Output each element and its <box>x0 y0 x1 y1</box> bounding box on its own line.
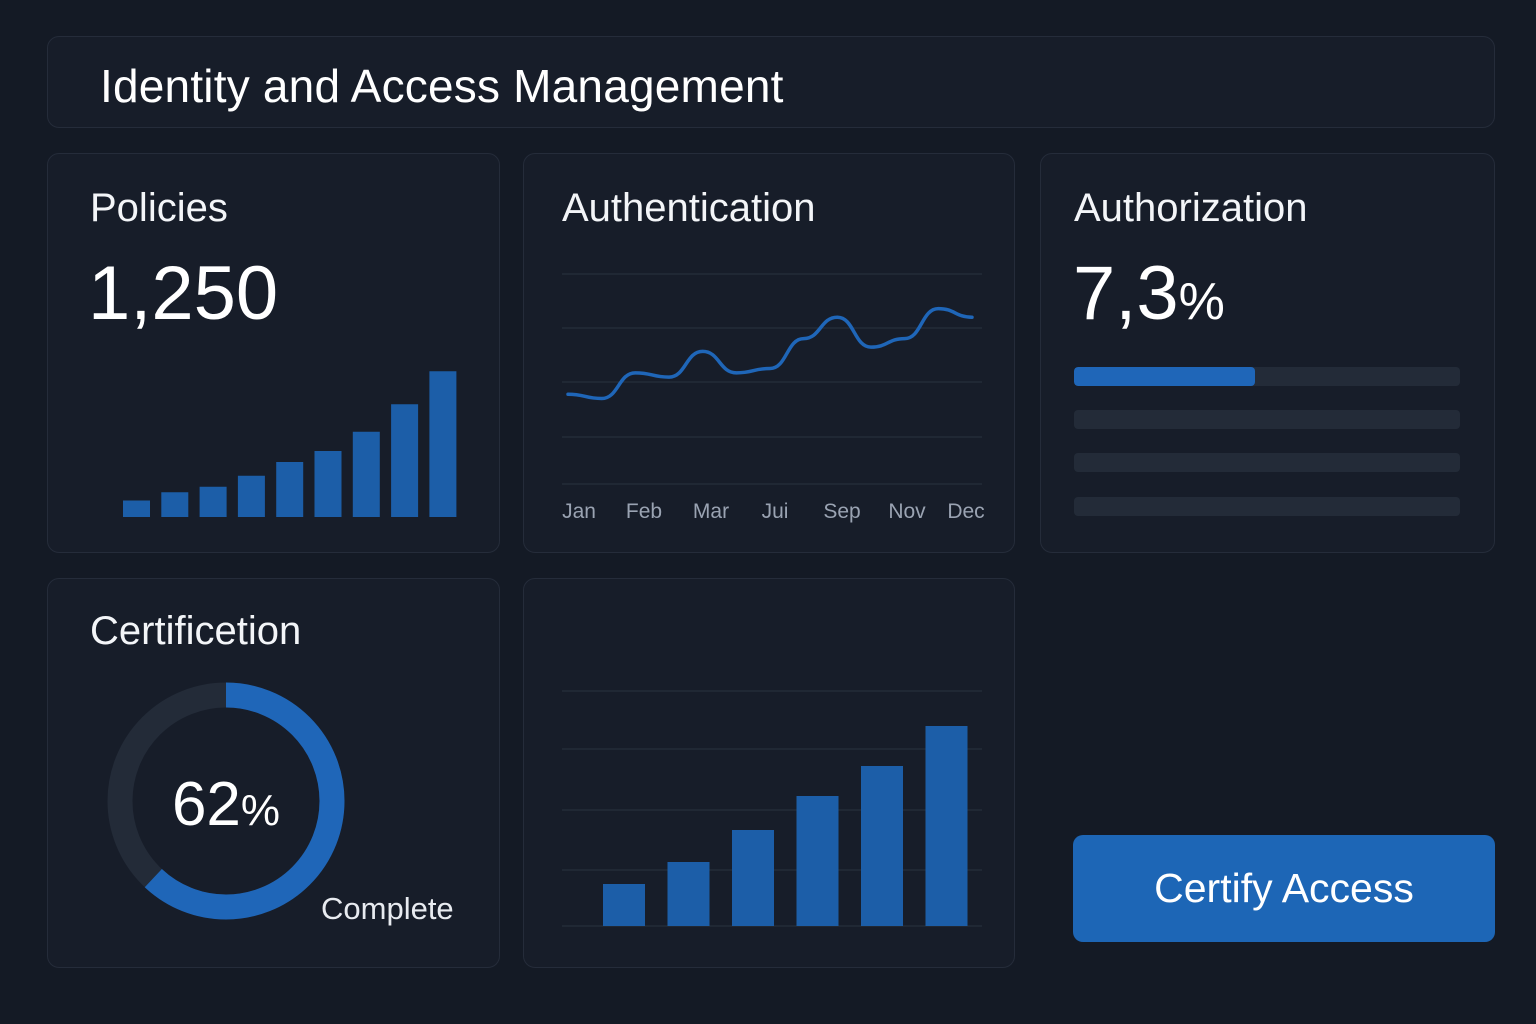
x-axis-label: Jan <box>562 500 596 523</box>
bottom-bar-chart-card <box>523 578 1015 968</box>
policies-bar-chart <box>123 371 457 517</box>
policies-card: Policies 1,250 <box>47 153 500 553</box>
x-axis-label: Nov <box>888 500 926 523</box>
certify-access-button[interactable]: Certify Access <box>1073 835 1495 942</box>
x-axis-label: Jui <box>762 500 789 523</box>
certification-complete-label: Complete <box>321 891 454 926</box>
policies-bar <box>352 431 380 517</box>
authorization-progress-fill <box>1074 367 1256 386</box>
authentication-series-line <box>566 306 974 401</box>
authorization-rate-value: 7,3 <box>1073 251 1179 336</box>
bottom-chart-bar <box>796 796 839 926</box>
x-axis-label: Dec <box>947 500 984 523</box>
certification-percent-value: 62 <box>171 770 241 839</box>
header-bar: Identity and Access Management <box>47 36 1495 128</box>
certification-percent: 62% <box>106 769 346 840</box>
policies-bar <box>123 500 150 517</box>
bottom-chart-bar <box>667 862 710 926</box>
policies-bar <box>199 486 227 517</box>
x-axis-label: Sep <box>823 500 860 523</box>
certification-percent-suffix: % <box>240 786 281 835</box>
policies-bar <box>391 404 419 517</box>
policies-bar <box>237 475 265 517</box>
x-axis-label: Mar <box>693 500 729 523</box>
authorization-progress-bar <box>1074 367 1460 386</box>
policies-bar <box>429 371 457 517</box>
policies-bar <box>161 492 189 517</box>
authorization-rate: 7,3% <box>1073 250 1225 337</box>
bottom-chart-bar <box>732 830 774 926</box>
policies-bar <box>314 451 342 517</box>
bottom-chart-bar <box>861 766 903 926</box>
certification-card: Certificetion 62% Complete <box>47 578 500 968</box>
policies-bar <box>276 462 304 517</box>
authorization-progress-bar <box>1074 453 1460 472</box>
authentication-line-chart: Jan Feb Mar Jui Sep Nov Dec <box>562 273 985 523</box>
x-axis-label: Feb <box>626 500 662 523</box>
authorization-card: Authorization 7,3% <box>1040 153 1495 553</box>
authorization-progress-bar <box>1074 410 1460 429</box>
authentication-card: Authentication Jan Feb Mar Jui Sep Nov Dec <box>523 153 1015 553</box>
page-title: Identity and Access Management <box>100 60 784 112</box>
authorization-progress-bar <box>1074 497 1460 516</box>
bottom-bar-chart <box>562 690 982 927</box>
bottom-chart-bar <box>603 884 645 926</box>
authorization-rate-suffix: % <box>1178 273 1225 331</box>
bottom-chart-bar <box>925 726 968 926</box>
authorization-title: Authorization <box>1074 186 1308 230</box>
